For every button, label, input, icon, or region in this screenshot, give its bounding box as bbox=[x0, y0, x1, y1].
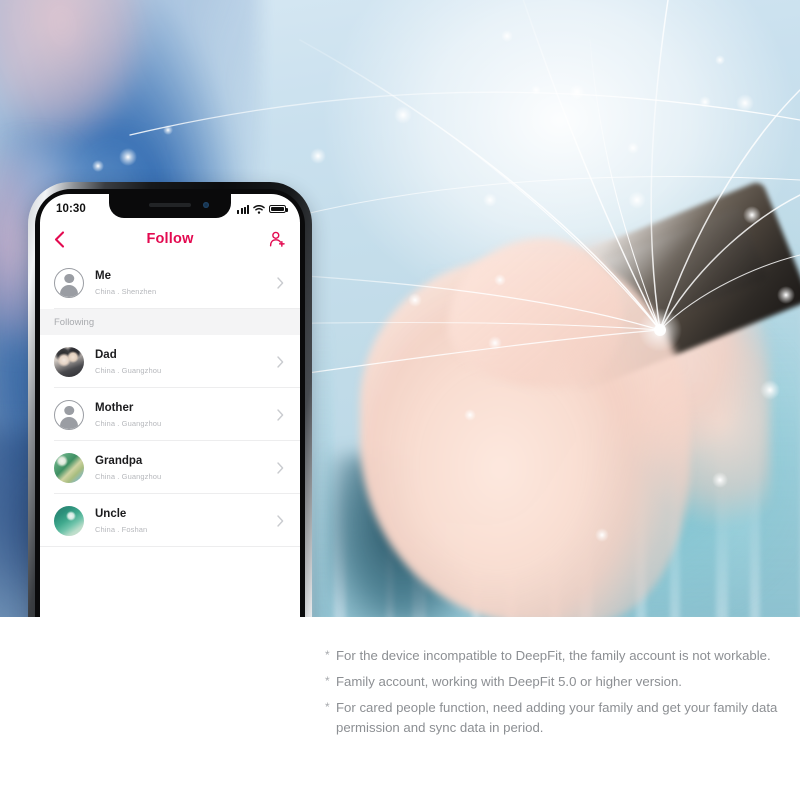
add-person-button[interactable] bbox=[260, 231, 286, 248]
contact-name: Grandpa bbox=[95, 455, 143, 468]
couple-photo-avatar bbox=[54, 346, 84, 377]
list-item-uncle[interactable]: Uncle China . Foshan bbox=[40, 494, 300, 547]
footnotes-list: * For the device incompatible to DeepFit… bbox=[325, 646, 790, 744]
contact-name: Dad bbox=[95, 349, 117, 362]
add-person-icon bbox=[269, 231, 285, 247]
asterisk-icon: * bbox=[325, 648, 330, 662]
row-text: Grandpa China . Guangzhou bbox=[84, 454, 272, 480]
status-bar: 10:30 bbox=[40, 194, 300, 222]
wifi-icon bbox=[253, 204, 265, 214]
footnote-text: Family account, working with DeepFit 5.0… bbox=[336, 674, 682, 690]
back-button[interactable] bbox=[54, 230, 80, 248]
asterisk-icon: * bbox=[325, 674, 330, 689]
battery-full-icon bbox=[269, 204, 288, 214]
contact-location: China . Guangzhou bbox=[95, 418, 162, 428]
list-item-me[interactable]: Me China . Shenzhen bbox=[40, 256, 300, 309]
list-item-mother[interactable]: Mother China . Guangzhou bbox=[40, 388, 300, 441]
row-text: Me China . Shenzhen bbox=[84, 269, 272, 295]
chevron-right-icon bbox=[272, 355, 288, 368]
default-user-avatar bbox=[54, 267, 84, 298]
row-text: Mother China . Guangzhou bbox=[84, 401, 272, 427]
asterisk-icon: * bbox=[325, 700, 330, 715]
contact-location: China . Guangzhou bbox=[95, 365, 162, 375]
seascape-photo-avatar bbox=[54, 505, 84, 536]
status-time: 10:30 bbox=[56, 203, 86, 215]
footnotes-section: * For the device incompatible to DeepFit… bbox=[0, 617, 800, 800]
chevron-left-icon bbox=[54, 230, 65, 248]
chevron-right-icon bbox=[272, 408, 288, 421]
landscape-photo-avatar bbox=[54, 452, 84, 483]
footnote-text: For cared people function, need adding y… bbox=[336, 700, 778, 736]
footnote-item: * Family account, working with DeepFit 5… bbox=[325, 672, 790, 692]
footnote-text: For the device incompatible to DeepFit, … bbox=[336, 648, 771, 663]
chevron-right-icon bbox=[272, 276, 288, 289]
contact-name: Uncle bbox=[95, 508, 127, 521]
row-text: Uncle China . Foshan bbox=[84, 507, 272, 533]
contact-location: China . Guangzhou bbox=[95, 471, 162, 481]
chevron-right-icon bbox=[272, 514, 288, 527]
contact-location: China . Shenzhen bbox=[95, 286, 157, 296]
status-icons bbox=[237, 204, 288, 214]
list-item-dad[interactable]: Dad China . Guangzhou bbox=[40, 335, 300, 388]
default-user-avatar bbox=[54, 399, 84, 430]
page-title: Follow bbox=[146, 231, 194, 247]
row-text: Dad China . Guangzhou bbox=[84, 348, 272, 374]
app-navigation-bar: Follow bbox=[40, 222, 300, 256]
list-item-grandpa[interactable]: Grandpa China . Guangzhou bbox=[40, 441, 300, 494]
footnote-item: * For the device incompatible to DeepFit… bbox=[325, 646, 790, 666]
promo-banner: 10:30 Follow Me China . Shenzhen Followi… bbox=[0, 0, 800, 800]
cellular-signal-icon bbox=[237, 204, 249, 214]
contact-name: Me bbox=[95, 270, 111, 283]
contact-location: China . Foshan bbox=[95, 524, 148, 534]
footnote-item: * For cared people function, need adding… bbox=[325, 698, 790, 738]
contact-name: Mother bbox=[95, 402, 134, 415]
chevron-right-icon bbox=[272, 461, 288, 474]
section-header-following: Following bbox=[40, 309, 300, 335]
